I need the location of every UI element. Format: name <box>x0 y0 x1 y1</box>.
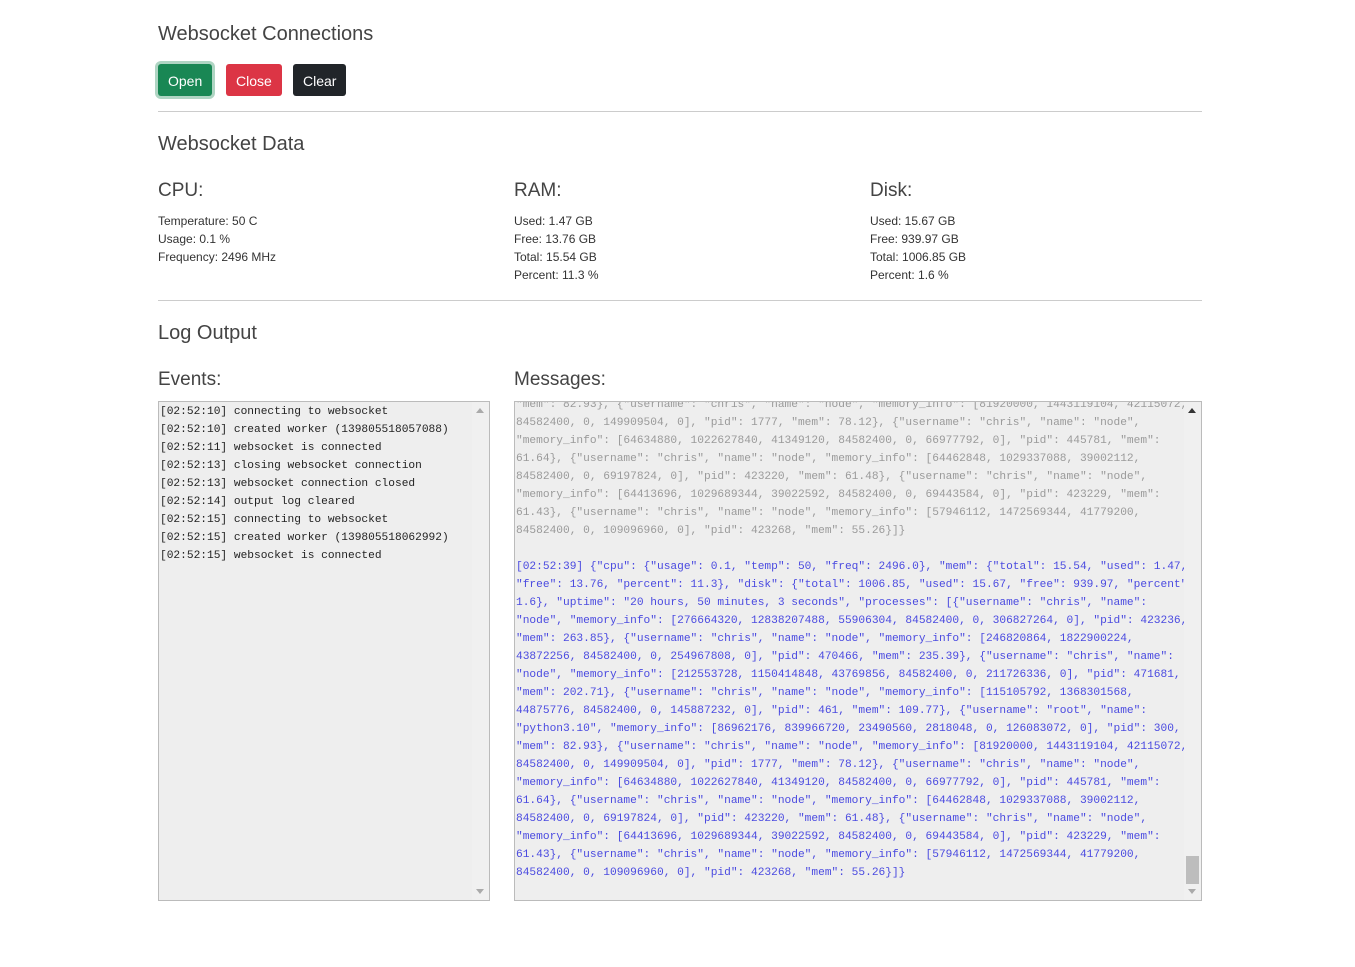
message-line: "mem": 82.93}, {"username": "chris", "na… <box>516 741 1188 753</box>
message-line: 84582400, 0, 109096960, 0], "pid": 42326… <box>516 525 906 537</box>
message-line: 84582400, 0, 149909504, 0], "pid": 1777,… <box>516 759 1141 771</box>
message-line: 1.6}, "uptime": "20 hours, 50 minutes, 3… <box>516 597 1148 609</box>
scroll-up-arrow-icon[interactable] <box>476 408 484 413</box>
close-button[interactable]: Close <box>226 64 282 96</box>
event-line: [02:52:13] websocket connection closed <box>160 478 416 490</box>
disk-stats: Used: 15.67 GB Free: 939.97 GB Total: 10… <box>870 212 966 284</box>
events-textarea[interactable]: [02:52:10] connecting to websocket [02:52… <box>158 401 490 901</box>
scroll-up-arrow-icon[interactable] <box>1188 408 1196 413</box>
messages-textarea[interactable]: "mem": 82.93}, {"username": "chris", "na… <box>514 401 1202 901</box>
log-output-title: Log Output <box>158 322 257 344</box>
message-line: 61.64}, {"username": "chris", "name": "n… <box>516 795 1141 807</box>
ram-title: RAM: <box>514 180 562 201</box>
message-line: "python3.10", "memory_info": [86962176, … <box>516 723 1181 735</box>
messages-scrollbar[interactable] <box>1184 402 1201 900</box>
message-line: "memory_info": [64413696, 1029689344, 39… <box>516 831 1161 843</box>
events-log: [02:52:10] connecting to websocket [02:52… <box>160 403 449 565</box>
cpu-title: CPU: <box>158 180 204 201</box>
event-line: [02:52:14] output log cleared <box>160 496 355 508</box>
message-gap <box>516 540 1194 558</box>
event-line: [02:52:10] created worker (1398055180570… <box>160 424 449 436</box>
message-line: [02:52:39] {"cpu": {"usage": 0.1, "temp"… <box>516 561 1188 573</box>
cpu-stats: Temperature: 50 C Usage: 0.1 % Frequency… <box>158 212 276 266</box>
disk-percent: Percent: 1.6 % <box>870 268 949 282</box>
ram-percent: Percent: 11.3 % <box>514 268 599 282</box>
ram-stats: Used: 1.47 GB Free: 13.76 GB Total: 15.5… <box>514 212 599 284</box>
divider <box>158 300 1202 301</box>
messages-title: Messages: <box>514 369 606 390</box>
disk-used: Used: 15.67 GB <box>870 214 956 228</box>
message-line: "node", "memory_info": [212553728, 11504… <box>516 669 1181 681</box>
message-line: 84582400, 0, 69197824, 0], "pid": 423220… <box>516 813 1148 825</box>
event-line: [02:52:15] created worker (1398055180629… <box>160 532 449 544</box>
message-line: "memory_info": [64634880, 1022627840, 41… <box>516 777 1161 789</box>
message-line: 84582400, 0, 149909504, 0], "pid": 1777,… <box>516 417 1141 429</box>
messages-log: "mem": 82.93}, {"username": "chris", "na… <box>516 401 1195 882</box>
websocket-data-title: Websocket Data <box>158 133 305 155</box>
scrollbar-thumb[interactable] <box>1186 856 1199 884</box>
ram-free: Free: 13.76 GB <box>514 232 597 246</box>
message-line: 61.64}, {"username": "chris", "name": "n… <box>516 453 1141 465</box>
websocket-connections-title: Websocket Connections <box>158 23 374 45</box>
event-line: [02:52:10] connecting to websocket <box>160 406 389 418</box>
events-scrollbar[interactable] <box>472 402 489 900</box>
event-line: [02:52:13] closing websocket connection <box>160 460 422 472</box>
open-button[interactable]: Open <box>158 64 213 96</box>
cpu-temperature: Temperature: 50 C <box>158 214 258 228</box>
event-line: [02:52:15] connecting to websocket <box>160 514 389 526</box>
message-line: "mem": 82.93}, {"username": "chris", "na… <box>516 401 1188 411</box>
divider <box>158 111 1202 112</box>
scroll-down-arrow-icon[interactable] <box>1188 889 1196 894</box>
message-line: "memory_info": [64413696, 1029689344, 39… <box>516 489 1161 501</box>
cpu-frequency: Frequency: 2496 MHz <box>158 250 277 264</box>
message-line: "mem": 263.85}, {"username": "chris", "n… <box>516 633 1134 645</box>
ram-total: Total: 15.54 GB <box>514 250 597 264</box>
message-line: 61.43}, {"username": "chris", "name": "n… <box>516 507 1141 519</box>
events-title: Events: <box>158 369 222 390</box>
disk-free: Free: 939.97 GB <box>870 232 959 246</box>
cpu-usage: Usage: 0.1 % <box>158 232 231 246</box>
ram-used: Used: 1.47 GB <box>514 214 593 228</box>
message-line: 61.43}, {"username": "chris", "name": "n… <box>516 849 1141 861</box>
message-line: "free": 13.76, "percent": 11.3}, "disk":… <box>516 579 1195 591</box>
message-line: 84582400, 0, 109096960, 0], "pid": 42326… <box>516 867 906 879</box>
event-line: [02:52:15] websocket is connected <box>160 550 382 562</box>
disk-total: Total: 1006.85 GB <box>870 250 967 264</box>
scroll-down-arrow-icon[interactable] <box>476 889 484 894</box>
clear-button[interactable]: Clear <box>293 64 347 96</box>
event-line: [02:52:11] websocket is connected <box>160 442 382 454</box>
message-line: "node", "memory_info": [276664320, 12838… <box>516 615 1188 627</box>
message-line: 43872256, 84582400, 0, 254967808, 0], "p… <box>516 651 1174 663</box>
message-line: "memory_info": [64634880, 1022627840, 41… <box>516 435 1161 447</box>
message-line: "mem": 202.71}, {"username": "chris", "n… <box>516 687 1134 699</box>
message-line: 84582400, 0, 69197824, 0], "pid": 423220… <box>516 471 1148 483</box>
disk-title: Disk: <box>870 180 913 201</box>
message-line: 44875776, 84582400, 0, 145887232, 0], "p… <box>516 705 1148 717</box>
